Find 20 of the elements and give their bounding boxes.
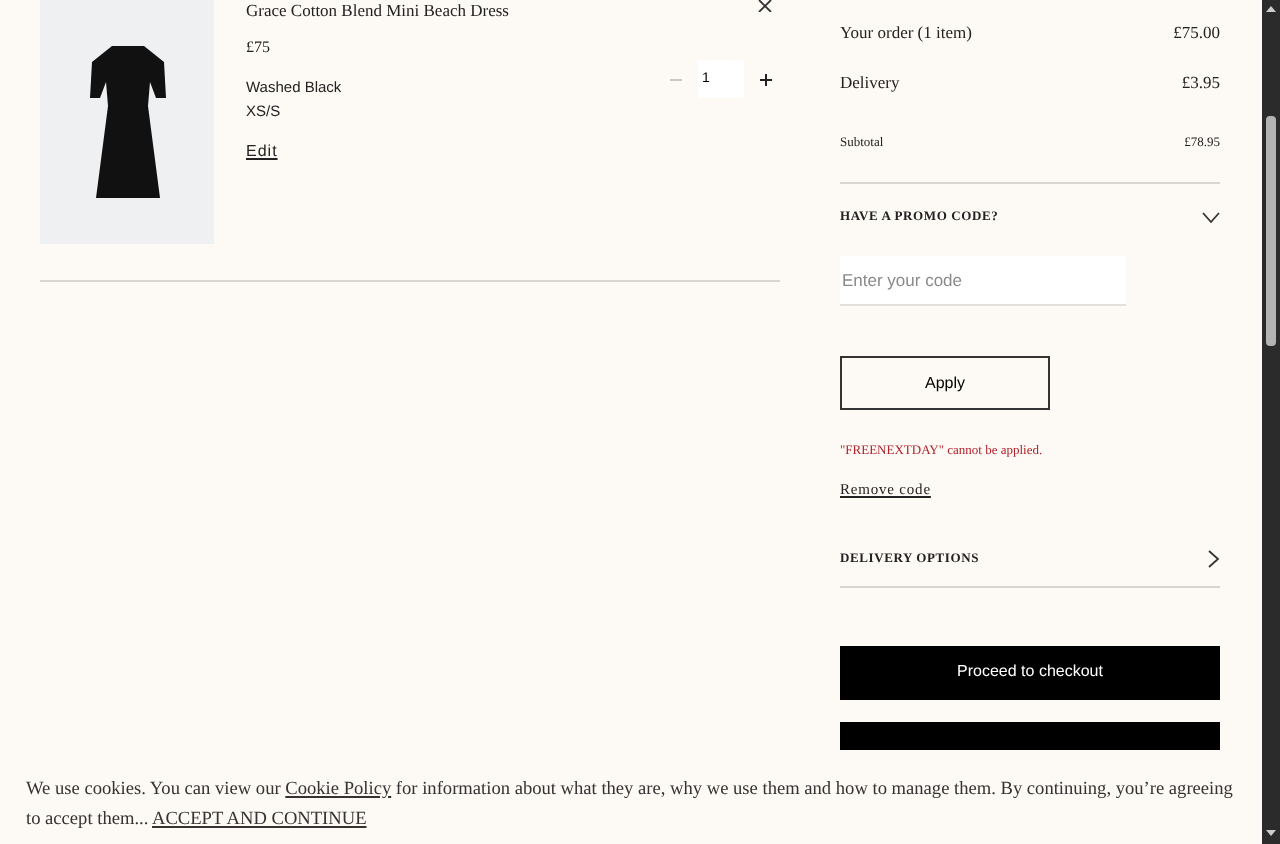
promo-code-field[interactable]: Enter your code [840, 256, 1126, 306]
cookie-notice: We use cookies. You can view our Cookie Policy for information about what they are, why we use them and how to manage them. By continuing, you’re agreeing to accept them... ACCEPT AND CONTINUE [26, 778, 1235, 834]
apply-button[interactable]: Apply [840, 356, 1050, 410]
payment-button[interactable] [840, 721, 1220, 749]
scrollbar[interactable] [1262, 0, 1280, 844]
accept-link[interactable]: ACCEPT AND CONTINUE [152, 810, 367, 830]
scrollbar-thumb[interactable] [1266, 116, 1276, 346]
summary-label: Delivery [840, 69, 900, 95]
scroll-up-icon[interactable] [1266, 6, 1276, 12]
edit-link[interactable]: Edit [246, 139, 278, 163]
summary-value: £3.95 [1181, 69, 1220, 95]
checkout-button[interactable]: Proceed to checkout [840, 645, 1220, 699]
scroll-down-icon[interactable] [1266, 830, 1276, 836]
plus-icon[interactable] [760, 73, 772, 85]
summary-value: £75.00 [1173, 20, 1220, 46]
product-title: Grace Cotton Blend Mini Beach Dress [246, 0, 509, 20]
close-icon[interactable] [758, 0, 772, 12]
summary-label: Your order (1 item) [840, 20, 972, 46]
product-price: £75 [246, 36, 272, 60]
cookie-policy-link[interactable]: Cookie Policy [285, 780, 392, 800]
